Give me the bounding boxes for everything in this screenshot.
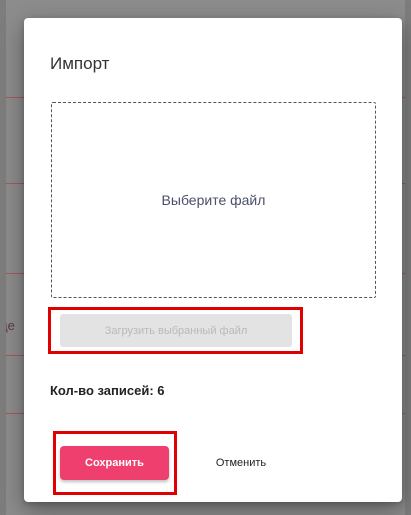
dropzone-label: Выберите файл bbox=[161, 192, 266, 208]
cancel-button[interactable]: Отменить bbox=[196, 446, 286, 480]
background-right-edge bbox=[405, 0, 411, 515]
save-button[interactable]: Сохранить bbox=[60, 446, 169, 480]
upload-selected-file-button[interactable]: Загрузить выбранный файл bbox=[60, 314, 292, 347]
import-dialog: Импорт Выберите файл Загрузить выбранный… bbox=[24, 18, 402, 502]
file-dropzone[interactable]: Выберите файл bbox=[51, 102, 376, 298]
records-count: Кол-во записей: 6 bbox=[50, 383, 165, 398]
dialog-title: Импорт bbox=[50, 54, 110, 73]
background-left-edge bbox=[0, 0, 6, 515]
